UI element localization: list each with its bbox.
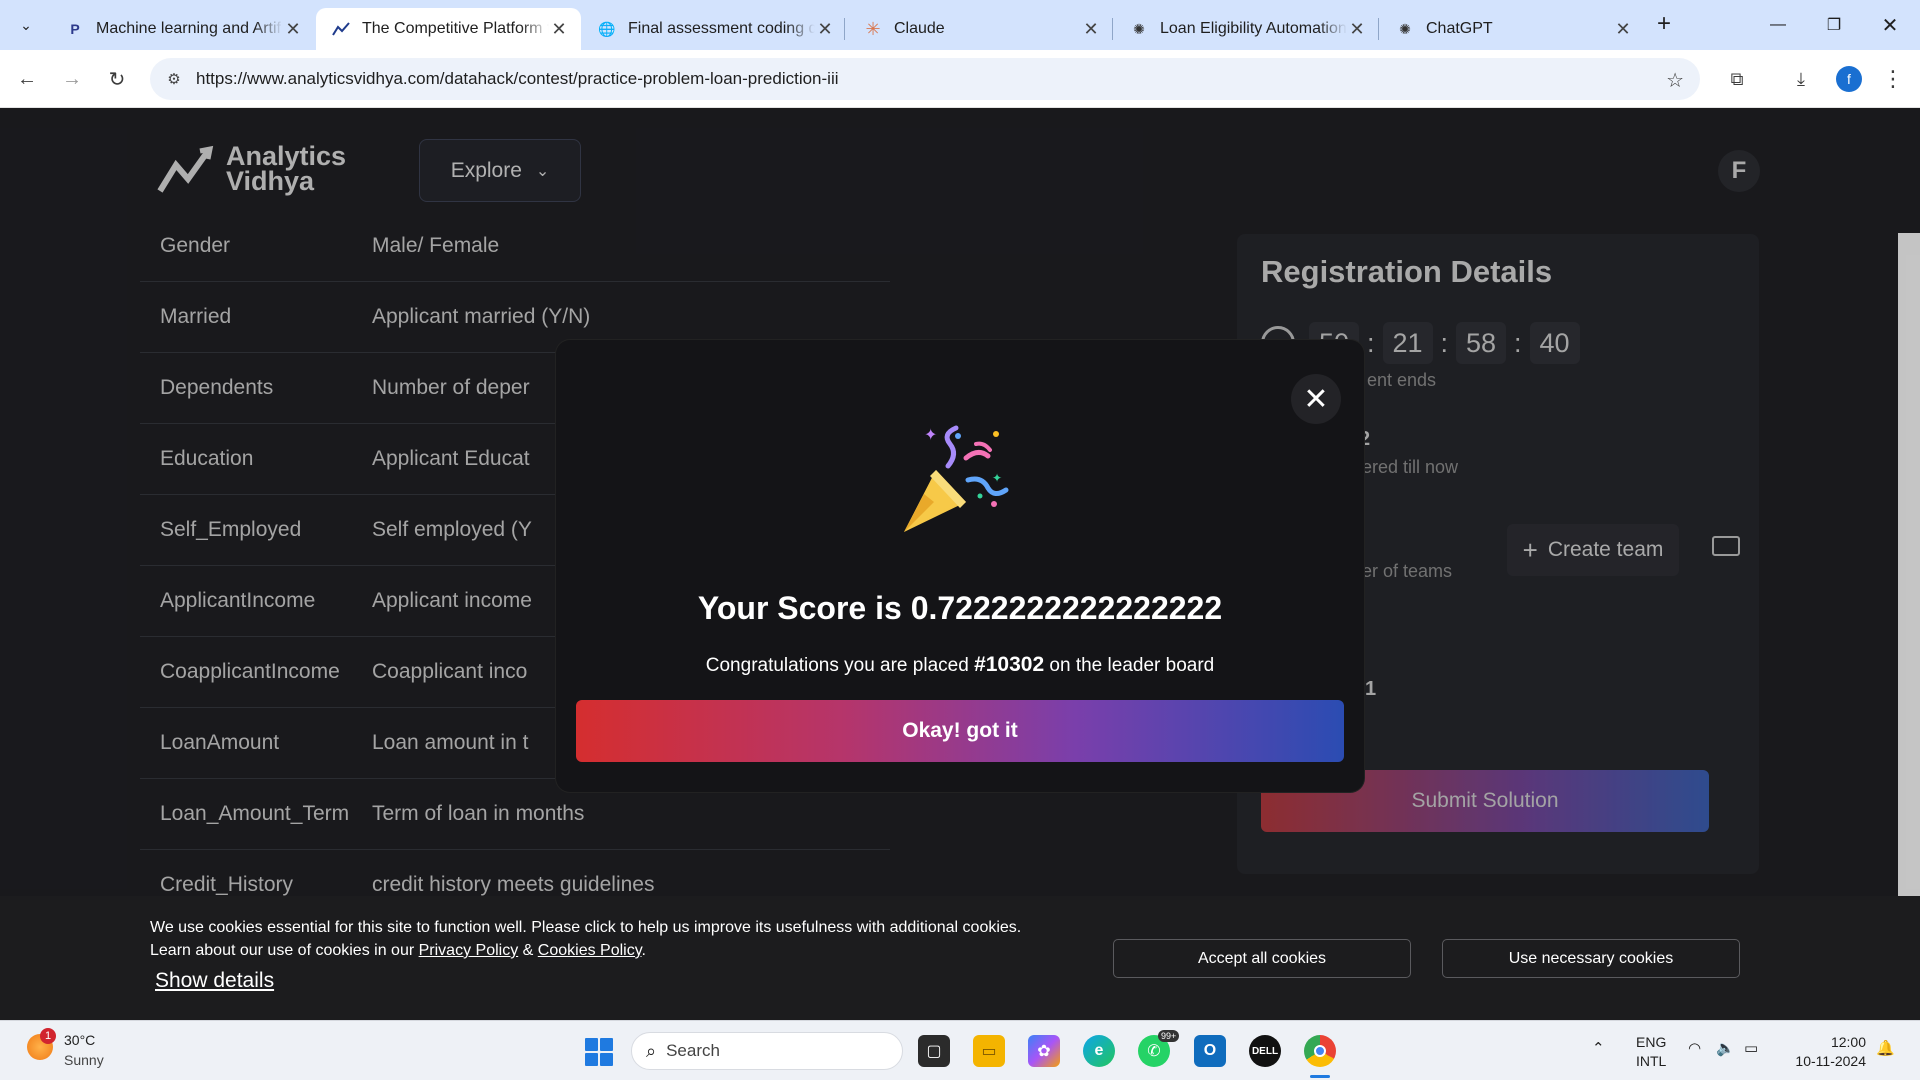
congrats-text: Congratulations you are placed #10302 on…: [705, 653, 1215, 676]
analytics-vidhya-favicon-icon: [332, 20, 350, 38]
new-tab-plus-icon[interactable]: +: [1650, 10, 1678, 38]
close-tab-icon[interactable]: ✕: [549, 19, 569, 39]
openai-icon: ✺: [1133, 20, 1145, 37]
restore-icon[interactable]: ❐: [1806, 0, 1862, 50]
language-indicator[interactable]: ENG INTL: [1636, 1033, 1666, 1071]
use-necessary-cookies-button[interactable]: Use necessary cookies: [1442, 939, 1740, 978]
windows-taskbar: 1 30°C Sunny ⌕ Search ▢ ▭ ✿ e ✆ 99+ O DE…: [0, 1020, 1920, 1080]
copilot-icon[interactable]: ✿: [1028, 1035, 1060, 1067]
battery-icon[interactable]: ▭: [1744, 1039, 1758, 1057]
dell-icon[interactable]: DELL: [1249, 1035, 1281, 1067]
openai-icon: ✺: [1399, 20, 1411, 37]
extensions-puzzle-icon[interactable]: ⧉: [1722, 64, 1752, 94]
weather-badge: 1: [40, 1028, 56, 1044]
cookies-policy-link[interactable]: Cookies Policy: [538, 942, 642, 959]
chrome-icon[interactable]: [1304, 1035, 1336, 1067]
download-icon[interactable]: ⤓: [1786, 64, 1816, 94]
system-clock[interactable]: 12:00 10-11-2024: [1786, 1033, 1866, 1071]
forward-arrow-icon[interactable]: →: [55, 62, 89, 96]
file-explorer-icon[interactable]: ▭: [973, 1035, 1005, 1067]
tab-final-assessment[interactable]: 🌐 Final assessment coding qu ✕: [582, 8, 847, 50]
outlook-icon[interactable]: O: [1194, 1035, 1226, 1067]
close-tab-icon[interactable]: ✕: [815, 19, 835, 39]
globe-icon: 🌐: [598, 20, 616, 37]
tab-claude[interactable]: ✳ Claude ✕: [848, 8, 1113, 50]
browser-toolbar: ← → ↻ ⚙ https://www.analyticsvidhya.com/…: [0, 50, 1920, 108]
active-app-indicator: [1310, 1075, 1330, 1078]
windows-start-icon[interactable]: [585, 1038, 613, 1066]
reload-icon[interactable]: ↻: [100, 62, 134, 96]
tab-separator: [1112, 18, 1113, 40]
svg-text:✦: ✦: [924, 425, 937, 444]
tab-separator: [844, 18, 845, 40]
cookie-banner: We use cookies essential for this site t…: [0, 896, 1920, 1020]
tab-chatgpt[interactable]: ✺ ChatGPT ✕: [1380, 8, 1645, 50]
edge-icon[interactable]: e: [1083, 1035, 1115, 1067]
volume-icon[interactable]: 🔈: [1716, 1039, 1735, 1057]
cookie-message: We use cookies essential for this site t…: [150, 919, 1022, 959]
address-bar[interactable]: ⚙ https://www.analyticsvidhya.com/dataha…: [150, 58, 1700, 100]
party-popper-icon: ✦ ✦: [904, 425, 1009, 532]
notification-bell-icon[interactable]: 🔔: [1876, 1039, 1895, 1057]
privacy-policy-link[interactable]: Privacy Policy: [419, 942, 519, 959]
okay-got-it-button[interactable]: Okay! got it: [576, 700, 1344, 762]
whatsapp-badge: 99+: [1158, 1030, 1180, 1042]
tab-title: Loan Eligibility Automation: [1160, 20, 1347, 37]
browser-tab-strip: ⌄ P Machine learning and Artif ✕ The Com…: [0, 0, 1920, 50]
back-arrow-icon[interactable]: ←: [10, 62, 44, 96]
claude-star-icon: ✳: [865, 18, 881, 39]
browser-menu-icon[interactable]: ⋮: [1878, 64, 1908, 94]
tab-loan-eligibility[interactable]: ✺ Loan Eligibility Automation ✕: [1114, 8, 1379, 50]
minimize-icon[interactable]: —: [1750, 0, 1806, 50]
weather-temperature[interactable]: 30°C: [64, 1032, 95, 1048]
url-text: https://www.analyticsvidhya.com/datahack…: [196, 69, 839, 88]
tab-competitive-platform[interactable]: The Competitive Platform f ✕: [316, 8, 581, 50]
chevron-up-icon[interactable]: ⌃: [1592, 1039, 1605, 1057]
leaderboard-rank: #10302: [974, 653, 1045, 676]
taskbar-search[interactable]: ⌕ Search: [631, 1032, 903, 1070]
tab-title: Final assessment coding qu: [628, 20, 815, 37]
score-modal: ✕ ✦ ✦ Your Score is 0.7222222222222222 C…: [556, 340, 1364, 792]
tab-title: The Competitive Platform f: [362, 20, 549, 37]
close-icon[interactable]: ✕: [1291, 374, 1341, 424]
bookmark-star-icon[interactable]: ☆: [1666, 68, 1684, 93]
site-settings-icon[interactable]: ⚙: [154, 70, 194, 88]
page-content: Analytics Vidhya Explore ⌄ F Gender Male/…: [0, 108, 1920, 1020]
tab-title: ChatGPT: [1426, 20, 1493, 37]
close-window-icon[interactable]: ✕: [1862, 0, 1918, 50]
weather-condition[interactable]: Sunny: [64, 1052, 104, 1068]
show-details-link[interactable]: Show details: [155, 969, 274, 993]
tab-title: Claude: [894, 20, 945, 37]
tab-favicon: P: [70, 21, 80, 37]
tab-machine-learning[interactable]: P Machine learning and Artif ✕: [50, 8, 315, 50]
search-placeholder: Search: [666, 1041, 720, 1060]
accept-all-cookies-button[interactable]: Accept all cookies: [1113, 939, 1411, 978]
close-tab-icon[interactable]: ✕: [1613, 19, 1633, 39]
close-tab-icon[interactable]: ✕: [1081, 19, 1101, 39]
tab-search-chevron-icon[interactable]: ⌄: [10, 9, 42, 41]
close-tab-icon[interactable]: ✕: [1347, 19, 1367, 39]
wifi-icon[interactable]: ◠: [1688, 1039, 1701, 1057]
search-icon: ⌕: [646, 1040, 657, 1061]
close-tab-icon[interactable]: ✕: [283, 19, 303, 39]
svg-text:✦: ✦: [992, 471, 1002, 485]
tab-title: Machine learning and Artif: [96, 20, 281, 37]
tab-separator: [1378, 18, 1379, 40]
task-view-icon[interactable]: ▢: [918, 1035, 950, 1067]
score-text: Your Score is 0.7222222222222222: [697, 590, 1223, 626]
browser-profile-avatar[interactable]: f: [1836, 66, 1862, 92]
